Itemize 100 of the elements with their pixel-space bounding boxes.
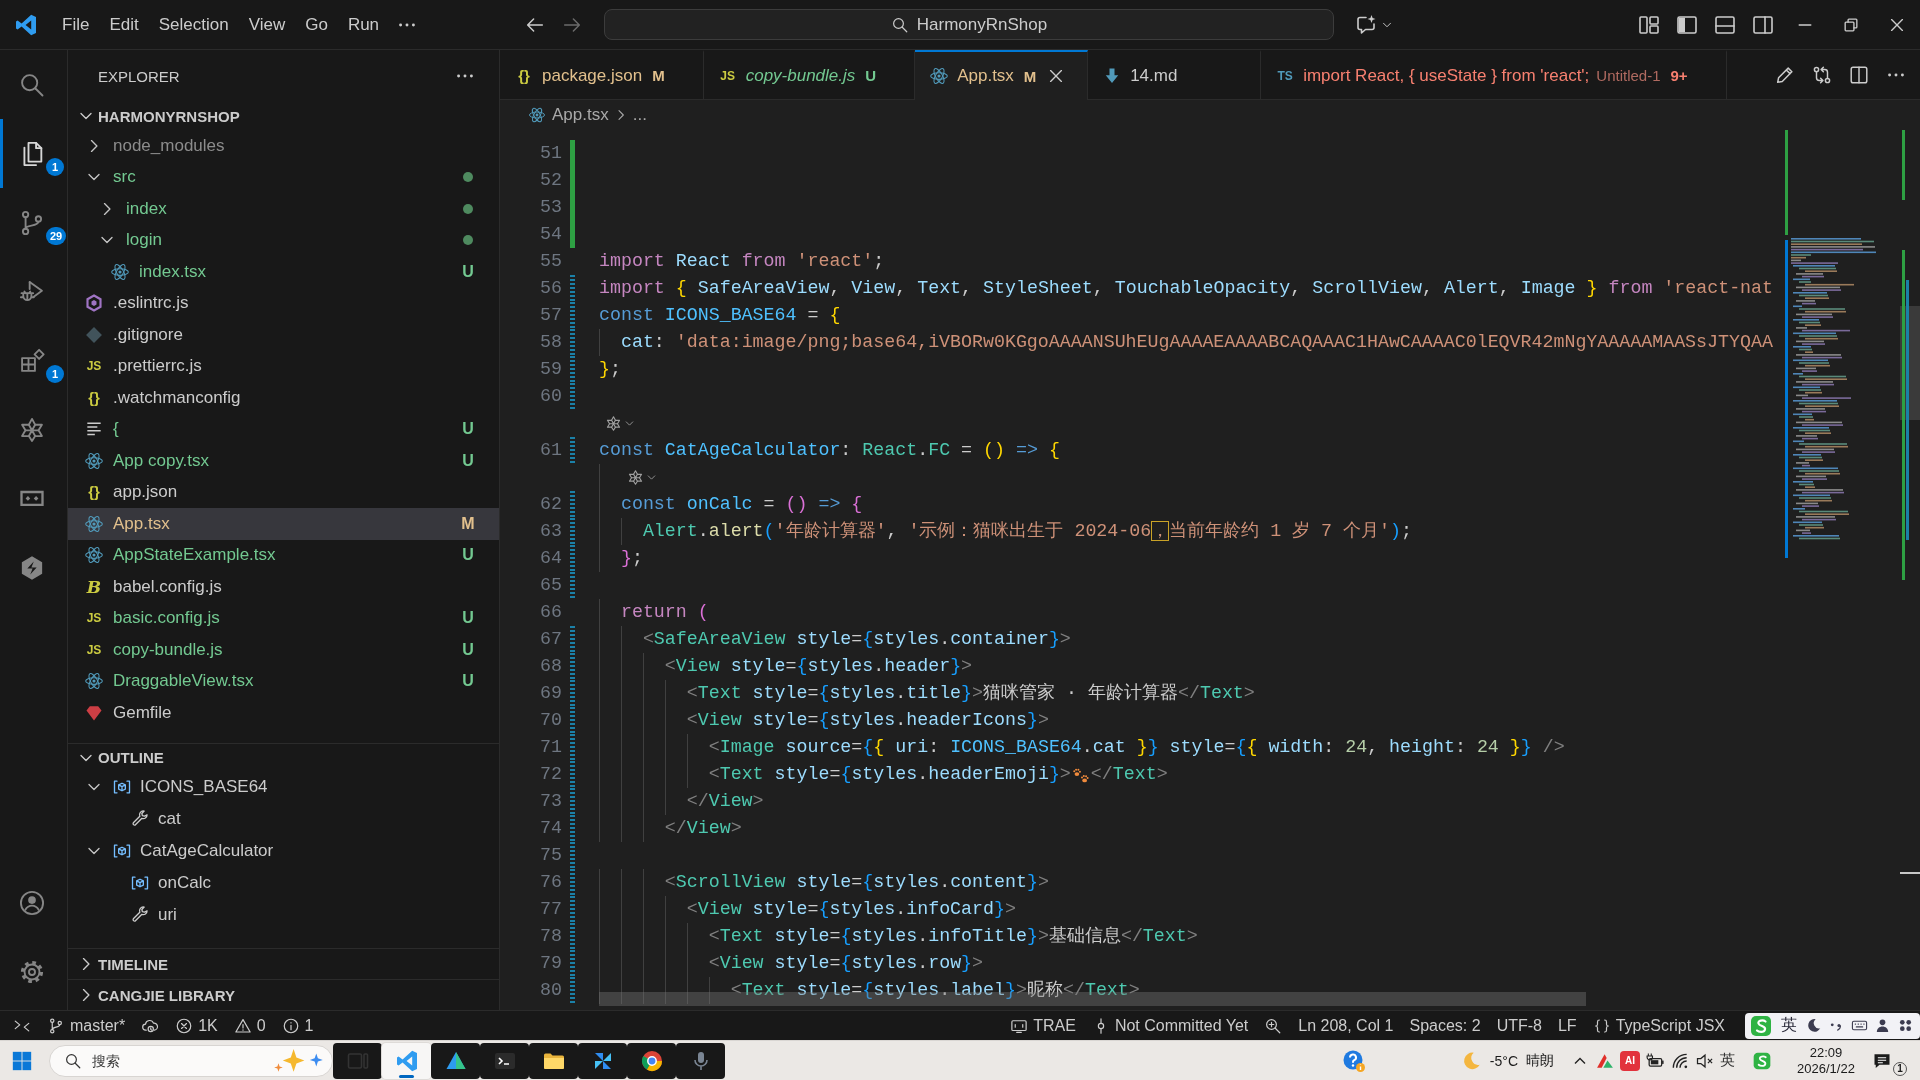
outline-item[interactable]: uri	[68, 899, 499, 931]
ai-tile-icon[interactable]: AI	[1620, 1050, 1640, 1071]
branch-button[interactable]: master*	[39, 1011, 134, 1040]
search-input[interactable]: 搜索	[92, 1048, 272, 1073]
clock-date[interactable]: 2026/1/22	[1797, 1060, 1855, 1077]
moon-icon[interactable]	[1805, 1017, 1822, 1034]
git-status-letter: U	[461, 609, 475, 628]
person-icon[interactable]	[1874, 1017, 1891, 1034]
babel-file-icon: B	[84, 576, 104, 597]
editor-tab[interactable]: {} package.json M	[500, 50, 704, 99]
menu-item[interactable]: Selection	[148, 8, 239, 41]
outline-item[interactable]: cat	[68, 803, 499, 835]
input-mode-text[interactable]: 英	[1720, 1051, 1735, 1070]
hexagon-icon	[84, 293, 104, 314]
extension-status-button[interactable]: TRAE	[997, 1011, 1084, 1040]
git-status-letter: U	[461, 262, 475, 281]
chat-sparkle-icon[interactable]	[1354, 12, 1378, 37]
star-knot-icon[interactable]	[626, 469, 644, 486]
taskbar-button[interactable]	[333, 1042, 382, 1079]
file-tree-item[interactable]: B babel.config.js	[68, 571, 499, 603]
menu-item[interactable]: View	[238, 8, 296, 41]
count-badge: 1	[46, 158, 64, 176]
outline-item[interactable]: CatAgeCalculator	[68, 835, 499, 867]
file-tree-item[interactable]: { U	[68, 413, 499, 445]
file-tree-item[interactable]: Gemfile	[68, 697, 499, 729]
taskbar-button[interactable]	[431, 1042, 480, 1079]
line-number: 79	[540, 952, 562, 975]
file-tree-item[interactable]: src	[68, 161, 499, 193]
ts-file-icon: TS	[1275, 65, 1296, 86]
file-tree-item[interactable]: login	[68, 224, 499, 256]
section-header[interactable]: OUTLINE	[68, 743, 499, 771]
weather-condition-text[interactable]: 晴朗	[1526, 1051, 1554, 1070]
line-ending-button[interactable]: LF	[1549, 1011, 1585, 1040]
activity-bar-item[interactable]: 1	[0, 119, 67, 188]
file-tree-item[interactable]: {} .watchmanconfig	[68, 382, 499, 414]
person-circle-icon[interactable]	[17, 888, 46, 917]
js-file-icon: JS	[84, 356, 104, 377]
temperature-text[interactable]: -5°C	[1489, 1052, 1518, 1069]
file-tree-item[interactable]: JS .prettierrc.js	[68, 350, 499, 382]
menu-item[interactable]: File	[52, 8, 100, 41]
file-tree-item[interactable]: App copy.tsx U	[68, 445, 499, 477]
s-logo-icon[interactable]	[1749, 1013, 1773, 1038]
file-tree-item[interactable]: JS basic.config.js U	[68, 602, 499, 634]
warnings-button[interactable]: 0	[225, 1011, 274, 1040]
help-icon[interactable]	[1341, 1048, 1366, 1073]
code-line: <Text style={styles.title}>猫咪管家 · 年龄计算器</Text>	[686, 682, 1255, 705]
cursor-position-button[interactable]: Ln 208, Col 1	[1290, 1011, 1402, 1040]
file-tree-item[interactable]: node_modules	[68, 130, 499, 162]
menu-item[interactable]: Run	[337, 8, 390, 41]
line-number: 65	[540, 574, 562, 597]
line-number: 55	[540, 250, 562, 273]
code-line: const CatAgeCalculator: React.FC = () => {	[599, 439, 1060, 462]
file-tree-item[interactable]: .gitignore	[68, 319, 499, 351]
four-dots-icon[interactable]	[1897, 1017, 1914, 1034]
ribbon-logo-icon[interactable]	[394, 1048, 419, 1073]
input-mode-button[interactable]: 英	[1779, 1015, 1799, 1036]
editor-tab[interactable]: TS import React, { useState } from 'react'; Untitled-1 9+	[1261, 50, 1727, 99]
code-line: <View style={styles.row}>	[708, 952, 984, 975]
code-line: const ICONS_BASE64 = {	[599, 304, 841, 327]
activity-bar-item[interactable]: 1	[0, 326, 67, 395]
editor-tab[interactable]: 14.md	[1088, 50, 1262, 99]
branch-icon	[47, 1016, 65, 1035]
code-line: import React from 'react';	[599, 250, 885, 273]
outline-item[interactable]: onCalc	[68, 867, 499, 899]
menu-item[interactable]: Go	[295, 8, 338, 41]
breadcrumb-item[interactable]: App.tsx	[528, 105, 609, 125]
file-tree-item[interactable]: .eslintrc.js	[68, 287, 499, 319]
atom-icon	[528, 106, 546, 124]
section-header[interactable]: HARMONYRNSHOP	[68, 102, 499, 130]
tiles-icon[interactable]	[11, 1049, 33, 1072]
command-center[interactable]: HarmonyRnShop	[604, 9, 1334, 40]
file-tree-item[interactable]: index	[68, 193, 499, 225]
breadcrumb-item[interactable]: ...	[632, 105, 647, 125]
section-header[interactable]: TIMELINE	[68, 948, 499, 979]
outline-item[interactable]: ICONS_BASE64	[68, 771, 499, 803]
menu-item[interactable]: Edit	[99, 8, 149, 41]
star-knot-icon[interactable]	[605, 415, 622, 432]
split-icon[interactable]	[1847, 63, 1870, 86]
indentation-button[interactable]: Spaces: 2	[1401, 1011, 1489, 1040]
file-tree-item[interactable]: AppStateExample.tsx U	[68, 539, 499, 571]
file-tree-item[interactable]: index.tsx U	[68, 256, 499, 288]
s-logo-icon[interactable]	[1752, 1050, 1772, 1071]
code-line: };	[599, 358, 621, 381]
clock-time[interactable]: 22:09	[1809, 1044, 1843, 1061]
activity-bar-item[interactable]: 29	[0, 188, 67, 257]
atom-icon	[84, 545, 104, 566]
file-tree-item[interactable]: {} app.json	[68, 476, 499, 508]
taskbar-button[interactable]	[676, 1042, 725, 1079]
search-bar[interactable]: 搜索	[49, 1044, 333, 1077]
editor-tab[interactable]: App.tsx M	[915, 50, 1089, 100]
circle-logo-icon[interactable]	[639, 1048, 664, 1073]
errors-button[interactable]: 1K	[167, 1011, 226, 1040]
file-tree-item[interactable]: JS copy-bundle.js U	[68, 634, 499, 666]
file-tree-item[interactable]: DraggableView.tsx U	[68, 665, 499, 697]
encoding-button[interactable]: UTF-8	[1488, 1011, 1550, 1040]
file-tree-item[interactable]: App.tsx M	[68, 508, 499, 540]
blame-button[interactable]: Not Committed Yet	[1083, 1011, 1257, 1040]
language-button[interactable]: TypeScript JSX	[1584, 1011, 1733, 1040]
info-button[interactable]: 1	[273, 1011, 322, 1040]
line-number: 51	[540, 142, 562, 165]
